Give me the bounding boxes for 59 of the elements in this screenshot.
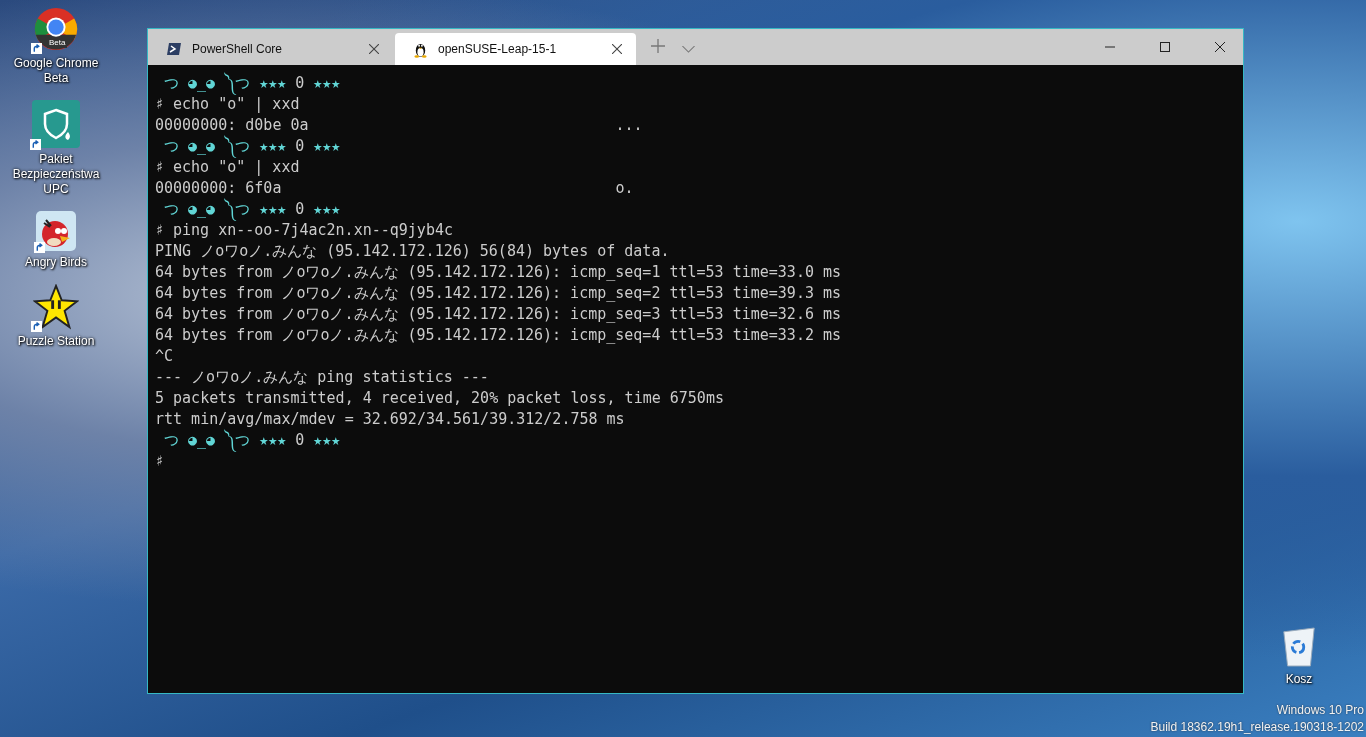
command-text: ping xn--oo-7j4ac2n.xn--q9jyb4c — [173, 221, 453, 241]
output-text: ... — [615, 115, 643, 136]
prompt-text: つ ◕_◕ ༽つ — [164, 136, 251, 157]
prompt-text: ★★★ — [259, 73, 287, 94]
icon-label: Kosz — [1285, 672, 1313, 687]
command-text: echo "o" | xxd — [173, 158, 300, 178]
prompt-text: ★★★ — [259, 430, 287, 451]
prompt-text: ★★★ — [259, 136, 287, 157]
output-text: 00000000: 6f0a — [155, 178, 283, 198]
prompt-text: 0 — [295, 199, 305, 220]
prompt-text: ★★★ — [259, 199, 287, 220]
prompt-text: つ ◕_◕ ༽つ — [164, 430, 251, 451]
prompt-text: つ ◕_◕ ༽つ — [164, 199, 251, 220]
tab[interactable]: PowerShell Core — [148, 33, 393, 65]
tab[interactable]: openSUSE-Leap-15-1 — [395, 33, 636, 65]
prompt-text: ★★★ — [313, 430, 341, 451]
prompt-icon — [166, 41, 182, 57]
prompt-text: ★★★ — [313, 73, 341, 94]
recycle-bin-icon[interactable] — [1280, 626, 1318, 668]
beta-badge: Beta — [47, 38, 68, 48]
maximize-icon[interactable] — [1160, 42, 1170, 52]
shortcut-arrow-icon — [31, 321, 42, 332]
watermark-text: Windows 10 Pro — [1276, 702, 1364, 719]
bird-icon[interactable] — [36, 211, 76, 251]
shield-app-icon[interactable] — [32, 100, 80, 148]
prompt-sign: ♯ — [155, 220, 165, 241]
output-text: 64 bytes from ノoワoノ.みんな (95.142.172.126): icmp_seq=2 ttl=53 time=39.3 ms — [155, 283, 842, 304]
output-text: 64 bytes from ノoワoノ.みんな (95.142.172.126): icmp_seq=4 ttl=53 time=33.2 ms — [155, 325, 842, 346]
output-text: 64 bytes from ノoワoノ.みんな (95.142.172.126): icmp_seq=1 ttl=53 time=33.0 ms — [155, 262, 842, 283]
prompt-text: ★★★ — [313, 199, 341, 220]
prompt-sign: ♯ — [155, 94, 165, 115]
close-icon[interactable] — [1215, 42, 1225, 52]
prompt-text: つ ◕_◕ ༽つ — [164, 73, 251, 94]
icon-label: Puzzle Station — [17, 334, 95, 349]
output-text: o. — [615, 178, 634, 199]
output-text: 64 bytes from ノoワoノ.みんな (95.142.172.126): icmp_seq=3 ttl=53 time=32.6 ms — [155, 304, 842, 325]
output-text: ^C — [155, 346, 174, 367]
prompt-text: 0 — [295, 73, 305, 94]
icon-label: Pakiet Bezpieczeństwa UPC — [11, 152, 101, 197]
command-text: echo "o" | xxd — [173, 95, 300, 115]
shortcut-arrow-icon — [31, 43, 42, 54]
output-text: rtt min/avg/max/mdev = 32.692/34.561/39.312/2.758 ms — [155, 409, 625, 429]
prompt-sign: ♯ — [155, 157, 165, 178]
close-icon[interactable] — [369, 44, 379, 54]
prompt-text: 0 — [295, 136, 305, 157]
prompt-text: ★★★ — [313, 136, 341, 157]
shortcut-arrow-icon — [34, 242, 45, 253]
output-text: PING ノoワoノ.みんな (95.142.172.126) 56(84) bytes of data. — [155, 241, 670, 262]
icon-label: Google Chrome Beta — [12, 56, 100, 86]
watermark-text: Build 18362.19h1_release.190318-1202 — [1150, 719, 1364, 736]
output-text: --- ノoワoノ.みんな ping statistics --- — [155, 367, 489, 388]
shortcut-arrow-icon — [30, 139, 41, 150]
output-text: 00000000: d0be 0a — [155, 115, 310, 135]
output-text: 5 packets transmitted, 4 received, 20% packet loss, time 6750ms — [155, 388, 724, 409]
star-icon[interactable] — [33, 284, 79, 330]
prompt-sign: ♯ — [155, 451, 165, 472]
close-icon[interactable] — [612, 44, 622, 54]
icon-label: Angry Birds — [25, 255, 87, 270]
prompt-text: 0 — [295, 430, 305, 451]
